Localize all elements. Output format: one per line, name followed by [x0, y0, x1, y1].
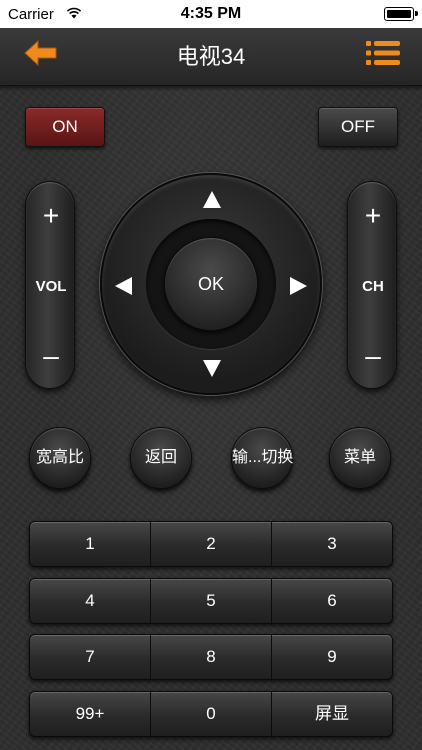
channel-down-button[interactable]: – — [348, 342, 398, 370]
numpad-row: 1 2 3 — [29, 521, 393, 567]
page-title: 电视34 — [176, 44, 246, 69]
numpad-row: 99+ 0 屏显 — [29, 691, 393, 737]
numpad-row: 7 8 9 — [29, 634, 393, 680]
channel-up-button[interactable]: + — [348, 202, 398, 230]
status-bar: Carrier 4:35 PM — [0, 0, 422, 28]
key-1[interactable]: 1 — [30, 522, 151, 566]
key-6[interactable]: 6 — [272, 579, 392, 623]
channel-label: CH — [362, 278, 384, 295]
menu-list-icon[interactable] — [364, 38, 402, 68]
key-4[interactable]: 4 — [30, 579, 151, 623]
return-button[interactable]: 返回 — [130, 427, 192, 489]
volume-label: VOL — [35, 278, 67, 295]
volume-up-button[interactable]: + — [26, 202, 76, 230]
direction-pad: OK — [100, 173, 322, 395]
key-7[interactable]: 7 — [30, 635, 151, 679]
aspect-ratio-button[interactable]: 宽高比 — [29, 427, 91, 489]
channel-control: + CH – — [347, 181, 397, 389]
key-2[interactable]: 2 — [151, 522, 272, 566]
display-info-button[interactable]: 屏显 — [272, 692, 392, 736]
volume-down-button[interactable]: – — [26, 342, 76, 370]
status-time: 4:35 PM — [180, 5, 242, 22]
volume-control: + VOL – — [25, 181, 75, 389]
power-off-button[interactable]: OFF — [318, 107, 398, 147]
nav-bar: 电视34 — [0, 28, 422, 91]
key-9[interactable]: 9 — [272, 635, 392, 679]
ok-button[interactable]: OK — [164, 237, 258, 331]
power-on-button[interactable]: ON — [25, 107, 105, 147]
key-5[interactable]: 5 — [151, 579, 272, 623]
key-0[interactable]: 0 — [151, 692, 272, 736]
up-arrow-icon[interactable] — [203, 191, 221, 208]
battery-icon — [384, 7, 418, 21]
down-arrow-icon[interactable] — [203, 360, 221, 377]
key-3[interactable]: 3 — [272, 522, 392, 566]
right-arrow-icon[interactable] — [290, 277, 307, 295]
input-switch-button[interactable]: 输...切换 — [231, 427, 293, 489]
menu-button[interactable]: 菜单 — [329, 427, 391, 489]
numpad-row: 4 5 6 — [29, 578, 393, 624]
key-99-plus[interactable]: 99+ — [30, 692, 151, 736]
key-8[interactable]: 8 — [151, 635, 272, 679]
left-arrow-icon[interactable] — [115, 277, 132, 295]
